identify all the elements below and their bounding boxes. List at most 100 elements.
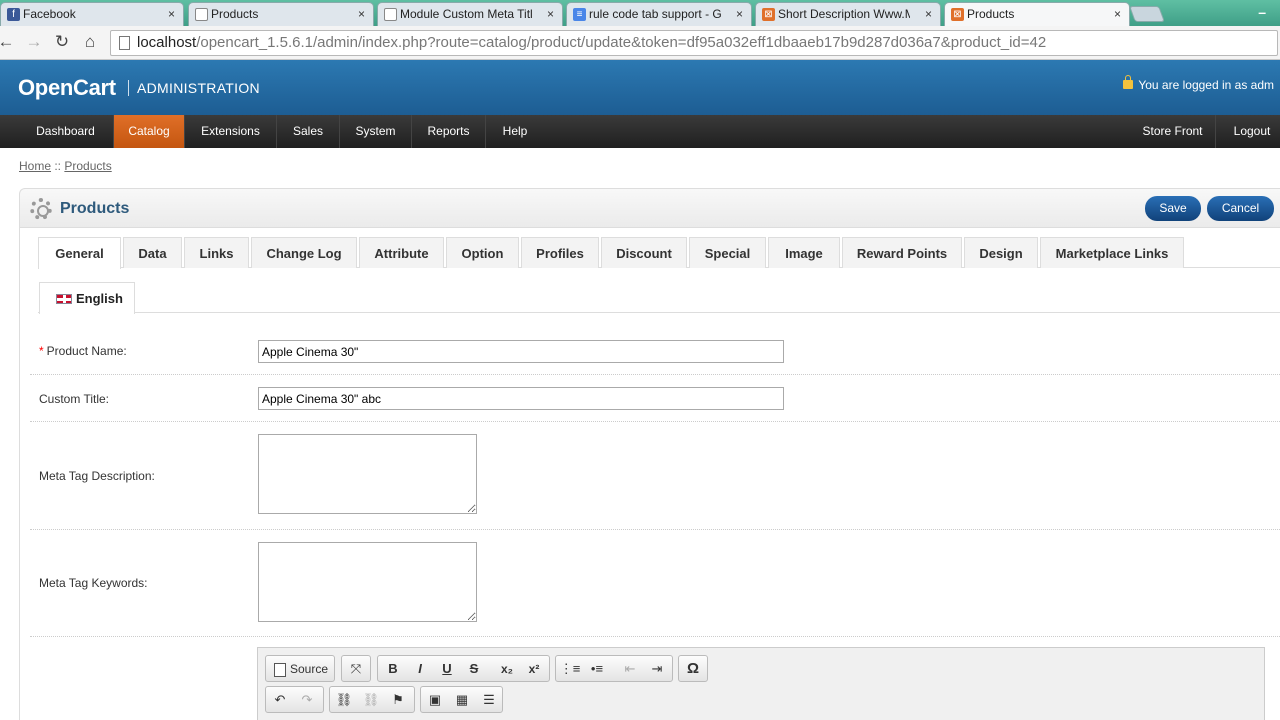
tab-image[interactable]: Image xyxy=(768,237,840,268)
strikethrough-icon[interactable]: S xyxy=(463,659,485,679)
underline-icon[interactable]: U xyxy=(436,659,458,679)
login-status: You are logged in as adm xyxy=(1123,75,1274,92)
menu-help[interactable]: Help xyxy=(486,115,544,148)
toolbar-group-lists: ⋮≡ •≡ ⇤ ⇥ xyxy=(555,655,673,682)
close-icon[interactable]: × xyxy=(925,3,932,25)
breadcrumb: Home :: Products xyxy=(19,159,112,173)
tab-data[interactable]: Data xyxy=(123,237,182,268)
tab-links[interactable]: Links xyxy=(184,237,249,268)
bulleted-list-icon[interactable]: •≡ xyxy=(586,659,608,679)
indent-icon[interactable]: ⇥ xyxy=(646,659,668,679)
close-icon[interactable]: × xyxy=(168,3,175,25)
undo-icon[interactable]: ↶ xyxy=(269,690,291,710)
tab-language-english[interactable]: English xyxy=(39,282,135,314)
tab-marketplace-links[interactable]: Marketplace Links xyxy=(1040,237,1184,268)
image-icon[interactable]: ▣ xyxy=(424,690,446,710)
menu-store-front[interactable]: Store Front xyxy=(1130,115,1216,148)
tab-option[interactable]: Option xyxy=(446,237,519,268)
tab-attribute[interactable]: Attribute xyxy=(359,237,444,268)
tab-discount[interactable]: Discount xyxy=(601,237,687,268)
opencart-icon: ⊠ xyxy=(951,8,964,21)
tab-design[interactable]: Design xyxy=(964,237,1038,268)
docs-icon: ≡ xyxy=(573,8,586,21)
anchor-flag-icon[interactable]: ⚑ xyxy=(387,690,409,710)
close-icon[interactable]: × xyxy=(1114,3,1121,25)
toolbar-group-undo: ↶ ↷ xyxy=(265,686,324,713)
product-name-row: * Product Name: xyxy=(30,328,1280,375)
breadcrumb-home[interactable]: Home xyxy=(19,159,51,173)
subscript-icon[interactable]: x₂ xyxy=(496,659,518,679)
tab-general[interactable]: General xyxy=(38,237,121,269)
menu-sales[interactable]: Sales xyxy=(277,115,340,148)
breadcrumb-separator: :: xyxy=(51,159,65,173)
address-bar: ← → ↻ ⌂ localhost/opencart_1.5.6.1/admin… xyxy=(0,26,1280,60)
menu-catalog[interactable]: Catalog xyxy=(114,115,185,148)
horizontal-rule-icon[interactable]: ☰ xyxy=(478,690,500,710)
cancel-button[interactable]: Cancel xyxy=(1207,196,1274,221)
browser-tab-label: Products xyxy=(967,7,1015,21)
meta-description-row: Meta Tag Description: xyxy=(30,422,1280,530)
browser-tab-products[interactable]: Products × xyxy=(188,2,374,26)
menu-logout[interactable]: Logout xyxy=(1216,115,1280,148)
new-tab-button[interactable] xyxy=(1129,6,1165,22)
menu-reports[interactable]: Reports xyxy=(412,115,486,148)
italic-icon[interactable]: I xyxy=(409,659,431,679)
forward-icon[interactable]: → xyxy=(24,31,44,53)
toolbar-group-basicstyles: B I U S x₂ x² xyxy=(377,655,550,682)
browser-tab-module-custom-meta[interactable]: Module Custom Meta Titl × xyxy=(377,2,563,26)
meta-keywords-label: Meta Tag Keywords: xyxy=(39,576,148,590)
close-icon[interactable]: × xyxy=(358,3,365,25)
opencart-logo[interactable]: OpenCart xyxy=(18,75,116,101)
back-icon[interactable]: ← xyxy=(0,31,16,53)
url-host: localhost xyxy=(137,34,197,51)
menu-extensions[interactable]: Extensions xyxy=(185,115,277,148)
source-button[interactable]: Source xyxy=(270,659,328,679)
menu-dashboard[interactable]: Dashboard xyxy=(18,115,114,148)
menu-system[interactable]: System xyxy=(340,115,412,148)
browser-tab-facebook[interactable]: f Facebook × xyxy=(0,2,184,26)
close-icon[interactable]: × xyxy=(736,3,743,25)
outdent-icon[interactable]: ⇤ xyxy=(619,659,641,679)
meta-keywords-textarea[interactable] xyxy=(258,542,477,622)
toolbar-group-tools: ⤧ xyxy=(341,655,371,682)
login-text: You are logged in as adm xyxy=(1138,78,1274,92)
toolbar-group-media: ▣ ▦ ☰ xyxy=(420,686,503,713)
meta-description-textarea[interactable] xyxy=(258,434,477,514)
superscript-icon[interactable]: x² xyxy=(523,659,545,679)
save-button[interactable]: Save xyxy=(1145,196,1201,221)
breadcrumb-products[interactable]: Products xyxy=(64,159,111,173)
header-subtitle: ADMINISTRATION xyxy=(137,80,260,96)
link-icon[interactable]: ⛓ xyxy=(333,690,355,710)
maximize-icon[interactable]: ⤧ xyxy=(345,659,367,679)
browser-tab-label: Module Custom Meta Titl xyxy=(400,7,532,21)
tab-profiles[interactable]: Profiles xyxy=(521,237,599,268)
facebook-icon: f xyxy=(7,8,20,21)
special-char-icon[interactable]: Ω xyxy=(682,659,704,679)
minimize-icon[interactable]: – xyxy=(1258,4,1266,20)
browser-tab-rule-code[interactable]: ≡ rule code tab support - Gc × xyxy=(566,2,752,26)
browser-tab-short-description[interactable]: ⊠ Short Description Www.M × xyxy=(755,2,941,26)
close-icon[interactable]: × xyxy=(547,3,554,25)
meta-description-label: Meta Tag Description: xyxy=(39,469,155,483)
custom-title-input[interactable] xyxy=(258,387,784,410)
unlink-icon[interactable]: ⛓ xyxy=(360,690,382,710)
redo-icon[interactable]: ↷ xyxy=(296,690,318,710)
required-marker: * xyxy=(39,344,44,358)
browser-tab-label: rule code tab support - Gc xyxy=(589,7,721,21)
bold-icon[interactable]: B xyxy=(382,659,404,679)
tab-reward-points[interactable]: Reward Points xyxy=(842,237,962,268)
tab-special[interactable]: Special xyxy=(689,237,766,268)
url-text: localhost/opencart_1.5.6.1/admin/index.p… xyxy=(137,34,1046,51)
browser-tab-products-active[interactable]: ⊠ Products × xyxy=(944,2,1130,26)
home-icon[interactable]: ⌂ xyxy=(80,31,100,53)
box-heading: Products Save Cancel xyxy=(19,188,1280,228)
browser-tab-label: Products xyxy=(211,7,259,21)
tab-change-log[interactable]: Change Log xyxy=(251,237,357,268)
custom-title-row: Custom Title: xyxy=(30,375,1280,422)
toolbar-group-links: ⛓ ⛓ ⚑ xyxy=(329,686,415,713)
url-input[interactable]: localhost/opencart_1.5.6.1/admin/index.p… xyxy=(110,30,1278,56)
reload-icon[interactable]: ↻ xyxy=(52,31,72,53)
table-icon[interactable]: ▦ xyxy=(451,690,473,710)
product-name-input[interactable] xyxy=(258,340,784,363)
numbered-list-icon[interactable]: ⋮≡ xyxy=(559,659,581,679)
